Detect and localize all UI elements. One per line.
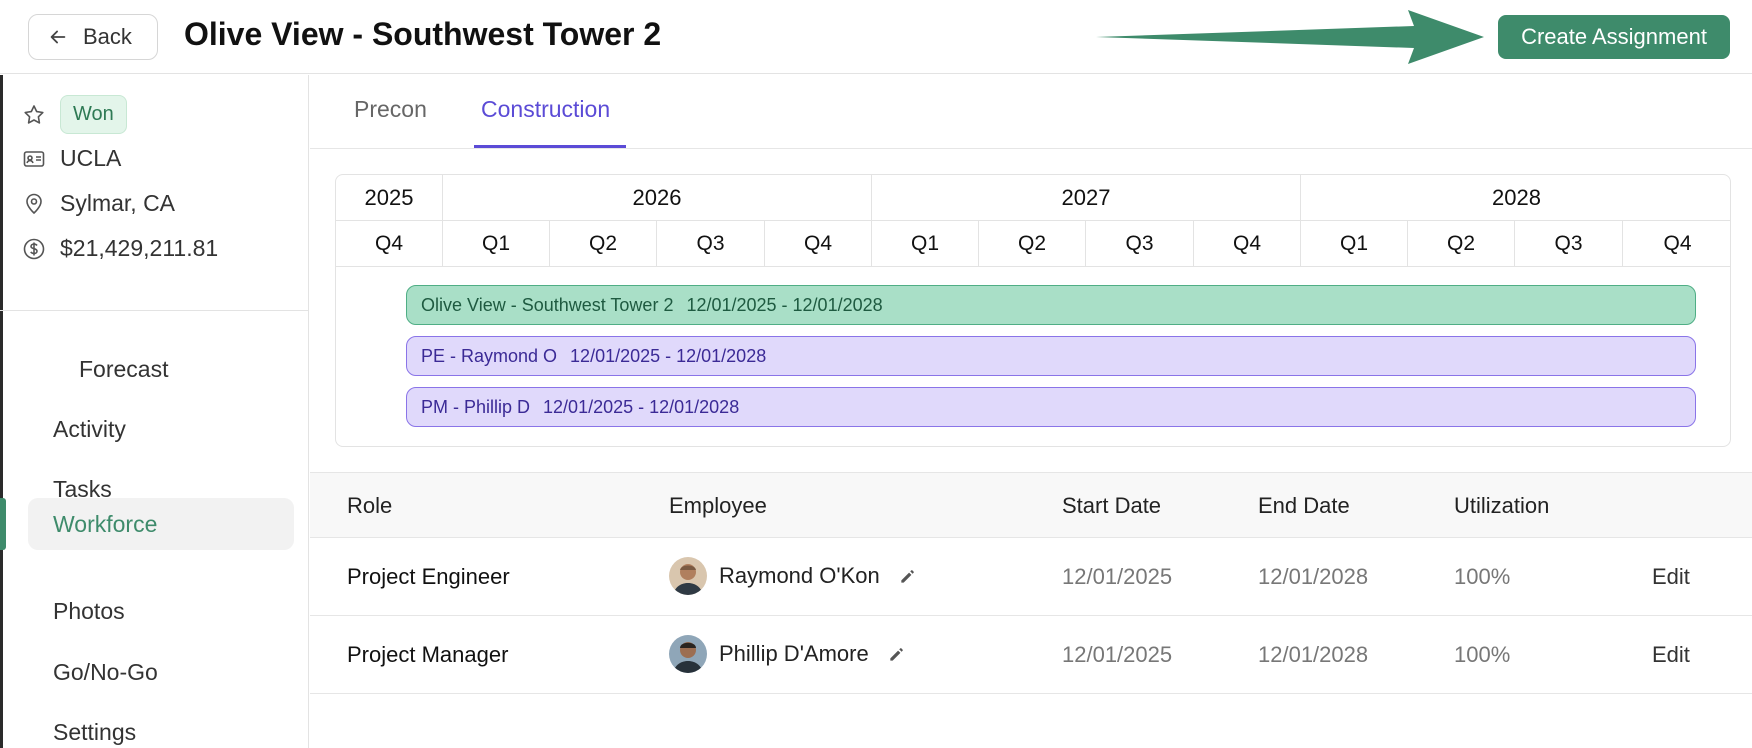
employee-cell: Phillip D'Amore <box>669 635 907 673</box>
sidebar-item-workforce[interactable]: Workforce <box>28 498 294 550</box>
dollar-circle-icon <box>23 238 45 259</box>
timeline-quarter: Q1 <box>1301 221 1408 267</box>
end-date-cell: 12/01/2028 <box>1258 642 1369 667</box>
column-header-start-date: Start Date <box>1062 493 1162 518</box>
id-card-icon <box>23 150 45 167</box>
bar-dates: 12/01/2025 - 12/01/2028 <box>686 294 883 315</box>
page-header: Back Olive View - Southwest Tower 2 Crea… <box>0 0 1752 74</box>
star-icon[interactable] <box>22 103 46 127</box>
start-date-cell: 12/01/2025 <box>1062 642 1173 667</box>
role-cell: Project Engineer <box>347 564 510 589</box>
pencil-icon[interactable] <box>898 566 918 586</box>
table-row: Project Engineer Raymond O'Kon 12/01/202… <box>310 538 1752 616</box>
edit-link[interactable]: Edit <box>1652 642 1690 668</box>
annotation-arrow-icon <box>1096 10 1484 64</box>
client-row: UCLA <box>22 145 121 172</box>
sidebar-item-forecast[interactable]: Forecast <box>28 343 294 395</box>
status-row: Won <box>22 95 127 134</box>
location-pin-icon <box>26 193 42 214</box>
sidebar-divider <box>0 310 309 311</box>
sidebar-item-photos[interactable]: Photos <box>28 585 294 637</box>
bar-label: Olive View - Southwest Tower 2 <box>421 294 674 315</box>
employee-cell: Raymond O'Kon <box>669 557 918 595</box>
timeline-year: 2028 <box>1301 175 1730 221</box>
sidebar-item-settings[interactable]: Settings <box>28 706 294 748</box>
timeline-chart: 2025 2026 2027 2028 Q4 Q1 Q2 Q3 Q4 Q1 Q2… <box>335 174 1731 447</box>
utilization-cell: 100% <box>1454 642 1511 667</box>
timeline-year: 2027 <box>872 175 1301 221</box>
back-button[interactable]: Back <box>28 14 158 60</box>
end-date-cell: 12/01/2028 <box>1258 564 1369 589</box>
timeline-quarter: Q2 <box>550 221 657 267</box>
avatar <box>669 557 707 595</box>
timeline-year: 2025 <box>336 175 443 221</box>
column-header-end-date: End Date <box>1258 493 1350 518</box>
timeline-quarter: Q4 <box>1194 221 1301 267</box>
sidebar: Won UCLA Sylmar, CA $21,429,211.81 Forec… <box>0 75 309 748</box>
bar-label: PE - Raymond O <box>421 345 558 366</box>
tabs-divider <box>310 148 1752 149</box>
timeline-bar-project[interactable]: Olive View - Southwest Tower 2 12/01/202… <box>406 285 1696 325</box>
column-header-employee: Employee <box>669 493 767 518</box>
edit-link[interactable]: Edit <box>1652 564 1690 590</box>
timeline-quarter: Q4 <box>765 221 872 267</box>
page-title: Olive View - Southwest Tower 2 <box>184 16 662 52</box>
timeline-quarter: Q3 <box>1515 221 1623 267</box>
table-header: Role Employee Start Date End Date Utiliz… <box>310 472 1752 538</box>
client-name: UCLA <box>60 145 122 171</box>
utilization-cell: 100% <box>1454 564 1511 589</box>
tab-construction[interactable]: Construction <box>481 96 610 123</box>
bar-dates: 12/01/2025 - 12/01/2028 <box>543 396 740 417</box>
location-text: Sylmar, CA <box>60 190 176 216</box>
timeline-quarter: Q1 <box>872 221 979 267</box>
sidebar-edge <box>0 75 3 748</box>
status-badge: Won <box>60 95 127 134</box>
project-value: $21,429,211.81 <box>60 235 219 261</box>
timeline-quarter: Q4 <box>336 221 443 267</box>
timeline-year: 2026 <box>443 175 872 221</box>
timeline-quarter: Q1 <box>443 221 550 267</box>
employee-name[interactable]: Phillip D'Amore <box>719 641 869 667</box>
employee-name[interactable]: Raymond O'Kon <box>719 563 880 589</box>
timeline-quarter: Q2 <box>979 221 1086 267</box>
timeline-bar-pe[interactable]: PE - Raymond O 12/01/2025 - 12/01/2028 <box>406 336 1696 376</box>
timeline-quarter: Q4 <box>1623 221 1730 267</box>
bar-dates: 12/01/2025 - 12/01/2028 <box>570 345 767 366</box>
column-header-role: Role <box>347 493 393 518</box>
table-row: Project Manager Phillip D'Amore 12/01/20… <box>310 616 1752 694</box>
tab-precon[interactable]: Precon <box>354 96 427 123</box>
bar-label: PM - Phillip D <box>421 396 531 417</box>
role-cell: Project Manager <box>347 642 509 667</box>
timeline-quarter: Q3 <box>657 221 765 267</box>
timeline-bar-pm[interactable]: PM - Phillip D 12/01/2025 - 12/01/2028 <box>406 387 1696 427</box>
pencil-icon[interactable] <box>887 644 907 664</box>
start-date-cell: 12/01/2025 <box>1062 564 1173 589</box>
column-header-utilization: Utilization <box>1454 493 1550 518</box>
back-label: Back <box>83 24 132 49</box>
sidebar-item-activity[interactable]: Activity <box>28 403 294 455</box>
active-nav-indicator <box>0 498 6 550</box>
timeline-quarter: Q3 <box>1086 221 1194 267</box>
timeline-quarter: Q2 <box>1408 221 1515 267</box>
location-row: Sylmar, CA <box>22 190 175 217</box>
avatar <box>669 635 707 673</box>
sidebar-item-go-no-go[interactable]: Go/No-Go <box>28 646 294 698</box>
value-row: $21,429,211.81 <box>22 235 218 262</box>
create-assignment-button[interactable]: Create Assignment <box>1498 15 1730 59</box>
arrow-left-icon <box>50 30 66 44</box>
